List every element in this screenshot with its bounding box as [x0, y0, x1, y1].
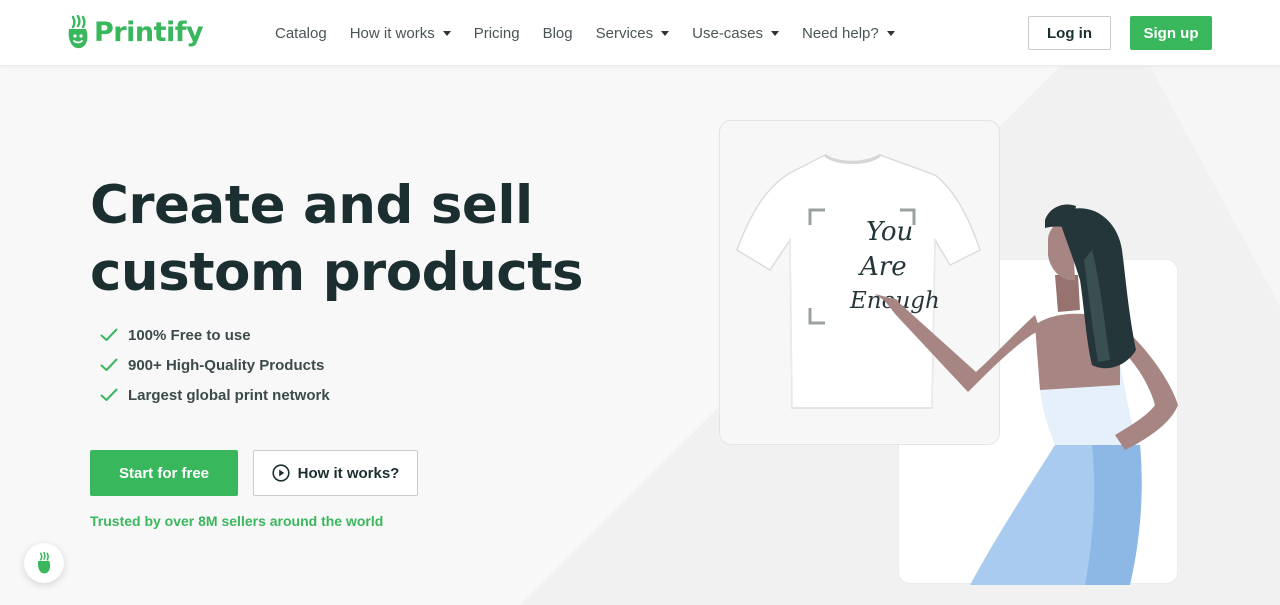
chevron-down-icon	[661, 30, 670, 36]
nav-label: Pricing	[473, 24, 520, 42]
login-button[interactable]: Log in	[1028, 16, 1111, 50]
hero-illustration: You Are Enough	[736, 153, 1178, 585]
tshirt-image	[736, 153, 981, 409]
nav-use-cases[interactable]: Use-cases	[692, 22, 779, 44]
nav-services[interactable]: Services	[596, 22, 670, 44]
nav-blog[interactable]: Blog	[543, 22, 573, 44]
logo[interactable]: Printify	[66, 15, 204, 49]
chat-widget-button[interactable]	[24, 543, 64, 583]
how-it-works-label: How it works?	[297, 464, 400, 482]
hero-title-line2: custom products	[90, 242, 584, 303]
list-item: 100% Free to use	[100, 320, 330, 350]
chevron-down-icon	[771, 30, 779, 36]
feature-text: 900+ High-Quality Products	[128, 356, 325, 374]
chevron-down-icon	[886, 30, 895, 36]
site-header: Printify Catalog How it works Pricing Bl…	[0, 0, 1280, 66]
list-item: Largest global print network	[100, 380, 330, 410]
chat-bubble-icon	[37, 552, 51, 574]
nav-label: Need help?	[802, 24, 879, 42]
nav-catalog[interactable]: Catalog	[275, 22, 327, 44]
logo-text: Printify	[94, 16, 204, 48]
list-item: 900+ High-Quality Products	[100, 350, 330, 380]
trusted-text: Trusted by over 8M sellers around the wo…	[90, 513, 384, 529]
signup-button[interactable]: Sign up	[1130, 16, 1212, 50]
how-it-works-button[interactable]: How it works?	[253, 450, 418, 496]
nav-label: How it works	[349, 24, 435, 42]
check-icon	[100, 388, 118, 401]
shirt-text-line: Are	[858, 252, 907, 282]
hero-title-line1: Create and sell	[90, 175, 533, 236]
printify-logo-icon	[68, 15, 88, 49]
nav-label: Services	[595, 24, 654, 42]
nav-label: Use-cases	[692, 24, 763, 42]
chevron-down-icon	[442, 30, 451, 36]
start-for-free-button[interactable]: Start for free	[90, 450, 238, 496]
feature-list: 100% Free to use 900+ High-Quality Produ…	[100, 320, 330, 410]
hero-title: Create and sell custom products	[90, 172, 590, 306]
nav-label: Blog	[542, 24, 573, 42]
feature-text: 100% Free to use	[128, 326, 251, 344]
shirt-text-line: You	[866, 217, 913, 247]
main-nav: Catalog How it works Pricing Blog Servic…	[275, 22, 918, 44]
nav-pricing[interactable]: Pricing	[474, 22, 520, 44]
nav-label: Catalog	[275, 24, 327, 42]
feature-text: Largest global print network	[128, 386, 330, 404]
nav-need-help[interactable]: Need help?	[802, 22, 895, 44]
check-icon	[100, 328, 118, 341]
check-icon	[100, 358, 118, 371]
nav-how-it-works[interactable]: How it works	[350, 22, 451, 44]
play-circle-icon	[272, 464, 290, 482]
